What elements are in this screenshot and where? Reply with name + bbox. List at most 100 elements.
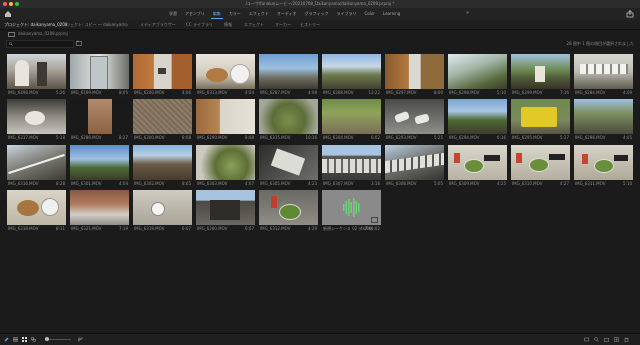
clip-thumbnail: [70, 99, 129, 134]
window-title: /ユーザ/tanaka/ムービー/20210708_Daikanyama/dai…: [245, 1, 395, 6]
workspace-tab-effects[interactable]: エフェクト: [245, 8, 273, 20]
clip-name: IMG_6319.MOV: [134, 226, 165, 231]
clip-duration: 5:10: [497, 90, 506, 95]
clip-item[interactable]: IMG_6288.MOV 13:22: [322, 54, 381, 99]
automate-to-sequence-icon[interactable]: [584, 337, 589, 342]
tab-project-copy[interactable]: プロジェクト: コピー ～ daikanyama: [58, 20, 128, 29]
clip-item[interactable]: IMG_6317.MOV 5:18: [7, 99, 66, 144]
workspace-tab-color-en[interactable]: Color: [360, 8, 378, 20]
clip-duration: 8:28: [56, 181, 65, 186]
tab-effects[interactable]: エフェクト: [244, 20, 264, 29]
clip-name: IMG_6308.MOV: [386, 181, 417, 186]
trash-icon[interactable]: [624, 337, 629, 342]
freeform-view-icon[interactable]: [31, 337, 36, 342]
clip-duration: 4:05: [623, 135, 632, 140]
new-bin-footer-icon[interactable]: [604, 337, 609, 342]
clip-item[interactable]: IMG_6319.MOV 6:07: [133, 190, 192, 235]
clip-item[interactable]: IMG_6295.MOV 5:27: [511, 99, 570, 144]
clip-duration: 4:09: [623, 90, 632, 95]
clip-item[interactable]: IMG_6302.MOV 8:05: [133, 145, 192, 190]
clip-item[interactable]: IMG_6298.MOV 5:10: [448, 54, 507, 99]
clip-item[interactable]: IMG_6297.MOV 8:00: [385, 54, 444, 99]
zoom-slider-handle[interactable]: [45, 337, 49, 341]
clip-item[interactable]: IMG_6200.MOV 4:06: [133, 54, 192, 99]
clip-item[interactable]: IMG_6304.MOV 6:02: [322, 99, 381, 144]
workspace-tab-audio[interactable]: オーディオ: [273, 8, 301, 20]
share-icon[interactable]: [626, 10, 634, 18]
clip-duration: 4:08: [308, 90, 317, 95]
search-field[interactable]: [6, 40, 74, 48]
workspace-tab-graphics[interactable]: グラフィック: [301, 8, 333, 20]
clip-item[interactable]: IMG_6287.MOV 4:08: [259, 54, 318, 99]
clip-item[interactable]: IMG_6316.MOV 8:28: [7, 145, 66, 190]
clip-item[interactable]: IMG_6290.MOV 8:08: [196, 99, 255, 144]
sequence-item[interactable]: 新規シーケンス 02 (4k/8k) 7:46:02: [322, 190, 381, 235]
clip-item[interactable]: IMG_6307.MOV 3:16: [322, 145, 381, 190]
workspace-tab-learn[interactable]: 学習: [165, 8, 181, 20]
clip-duration: 4:04: [119, 181, 128, 186]
pencil-icon[interactable]: [4, 337, 9, 342]
clip-name: IMG_6287.MOV: [260, 90, 291, 95]
search-icon: [9, 42, 13, 46]
workspace-tab-libraries[interactable]: ライブラリ: [332, 8, 360, 20]
new-item-icon[interactable]: [614, 337, 619, 342]
new-bin-icon[interactable]: [76, 40, 82, 46]
clip-item[interactable]: IMG_6296.MOV 4:05: [574, 99, 633, 144]
clip-item[interactable]: IMG_6303.MOV 4:07: [196, 145, 255, 190]
tab-media-browser[interactable]: メディアブラウザー: [140, 20, 176, 29]
clip-item[interactable]: IMG_6315.MOV 10:16: [259, 99, 318, 144]
tab-cc-libraries[interactable]: CC ライブラリ: [186, 20, 213, 29]
clip-name: IMG_6199.MOV: [71, 90, 102, 95]
clip-item[interactable]: IMG_6310.MOV 4:27: [511, 145, 570, 190]
clip-duration: 4:29: [308, 226, 317, 231]
sort-icon[interactable]: [78, 337, 83, 342]
home-icon[interactable]: [4, 10, 12, 18]
clip-name: IMG_6296.MOV: [575, 135, 606, 140]
find-icon[interactable]: [594, 337, 599, 342]
clip-item[interactable]: IMG_6496.MOV 5:26: [7, 54, 66, 99]
icon-view-icon[interactable]: [22, 337, 27, 342]
tab-history[interactable]: ヒストリー: [300, 20, 320, 29]
clip-item[interactable]: IMG_6284.MOV 4:09: [574, 54, 633, 99]
clip-duration: 6:16: [497, 135, 506, 140]
clip-item[interactable]: IMG_6311.MOV 5:10: [574, 145, 633, 190]
clip-thumbnail: [70, 145, 129, 180]
clip-item[interactable]: IMG_6318.MOV 8:11: [7, 190, 66, 235]
clip-duration: 8:00: [434, 90, 443, 95]
clip-name: IMG_6288.MOV: [323, 90, 354, 95]
clip-name: IMG_6289.MOV: [71, 135, 102, 140]
clip-item[interactable]: IMG_6299.MOV 7:16: [511, 54, 570, 99]
clip-duration: 5:27: [560, 135, 569, 140]
workspace-tab-color[interactable]: カラー: [225, 8, 245, 20]
thumbnail-zoom-slider[interactable]: [45, 337, 71, 341]
clip-item[interactable]: IMG_6294.MOV 6:16: [448, 99, 507, 144]
search-input[interactable]: [15, 41, 71, 47]
clip-item[interactable]: IMG_6293.MOV 5:25: [385, 99, 444, 144]
clip-item[interactable]: IMG_6301.MOV 4:04: [70, 145, 129, 190]
clip-item[interactable]: IMG_6309.MOV 4:25: [448, 145, 507, 190]
tab-markers[interactable]: マーカー: [275, 20, 291, 29]
more-workspaces-button[interactable]: »: [466, 10, 469, 16]
clip-item[interactable]: IMG_6280.MOV 6:07: [196, 190, 255, 235]
clip-thumbnail: [133, 99, 192, 134]
clip-item[interactable]: IMG_6321.MOV 7:19: [70, 190, 129, 235]
clip-item[interactable]: IMG_6199.MOV 8:05: [70, 54, 129, 99]
sequence-icon: [371, 217, 378, 223]
clip-item[interactable]: IMG_6300.MOV 8:08: [133, 99, 192, 144]
clip-name: IMG_6321.MOV: [71, 226, 102, 231]
clip-item[interactable]: IMG_6289.MOV 8:27: [70, 99, 129, 144]
clip-item[interactable]: IMG_6308.MOV 5:05: [385, 145, 444, 190]
clip-item[interactable]: IMG_6312.MOV 4:29: [259, 190, 318, 235]
clip-thumbnail: [385, 99, 444, 134]
clip-item[interactable]: IMG_6313.MOV 4:04: [196, 54, 255, 99]
clip-duration: 10:16: [305, 135, 317, 140]
workspace-tab-edit[interactable]: 編集: [209, 8, 225, 20]
clip-item[interactable]: IMG_6305.MOV 4:23: [259, 145, 318, 190]
tab-info[interactable]: 情報: [224, 20, 232, 29]
list-view-icon[interactable]: [13, 337, 18, 342]
clip-thumbnail: [448, 145, 507, 180]
clip-thumbnail: [385, 54, 444, 89]
sequence-duration: 7:46:02: [364, 226, 380, 231]
workspace-tab-learning[interactable]: Learning: [379, 8, 404, 20]
workspace-tab-assembly[interactable]: アセンブリ: [181, 8, 209, 20]
